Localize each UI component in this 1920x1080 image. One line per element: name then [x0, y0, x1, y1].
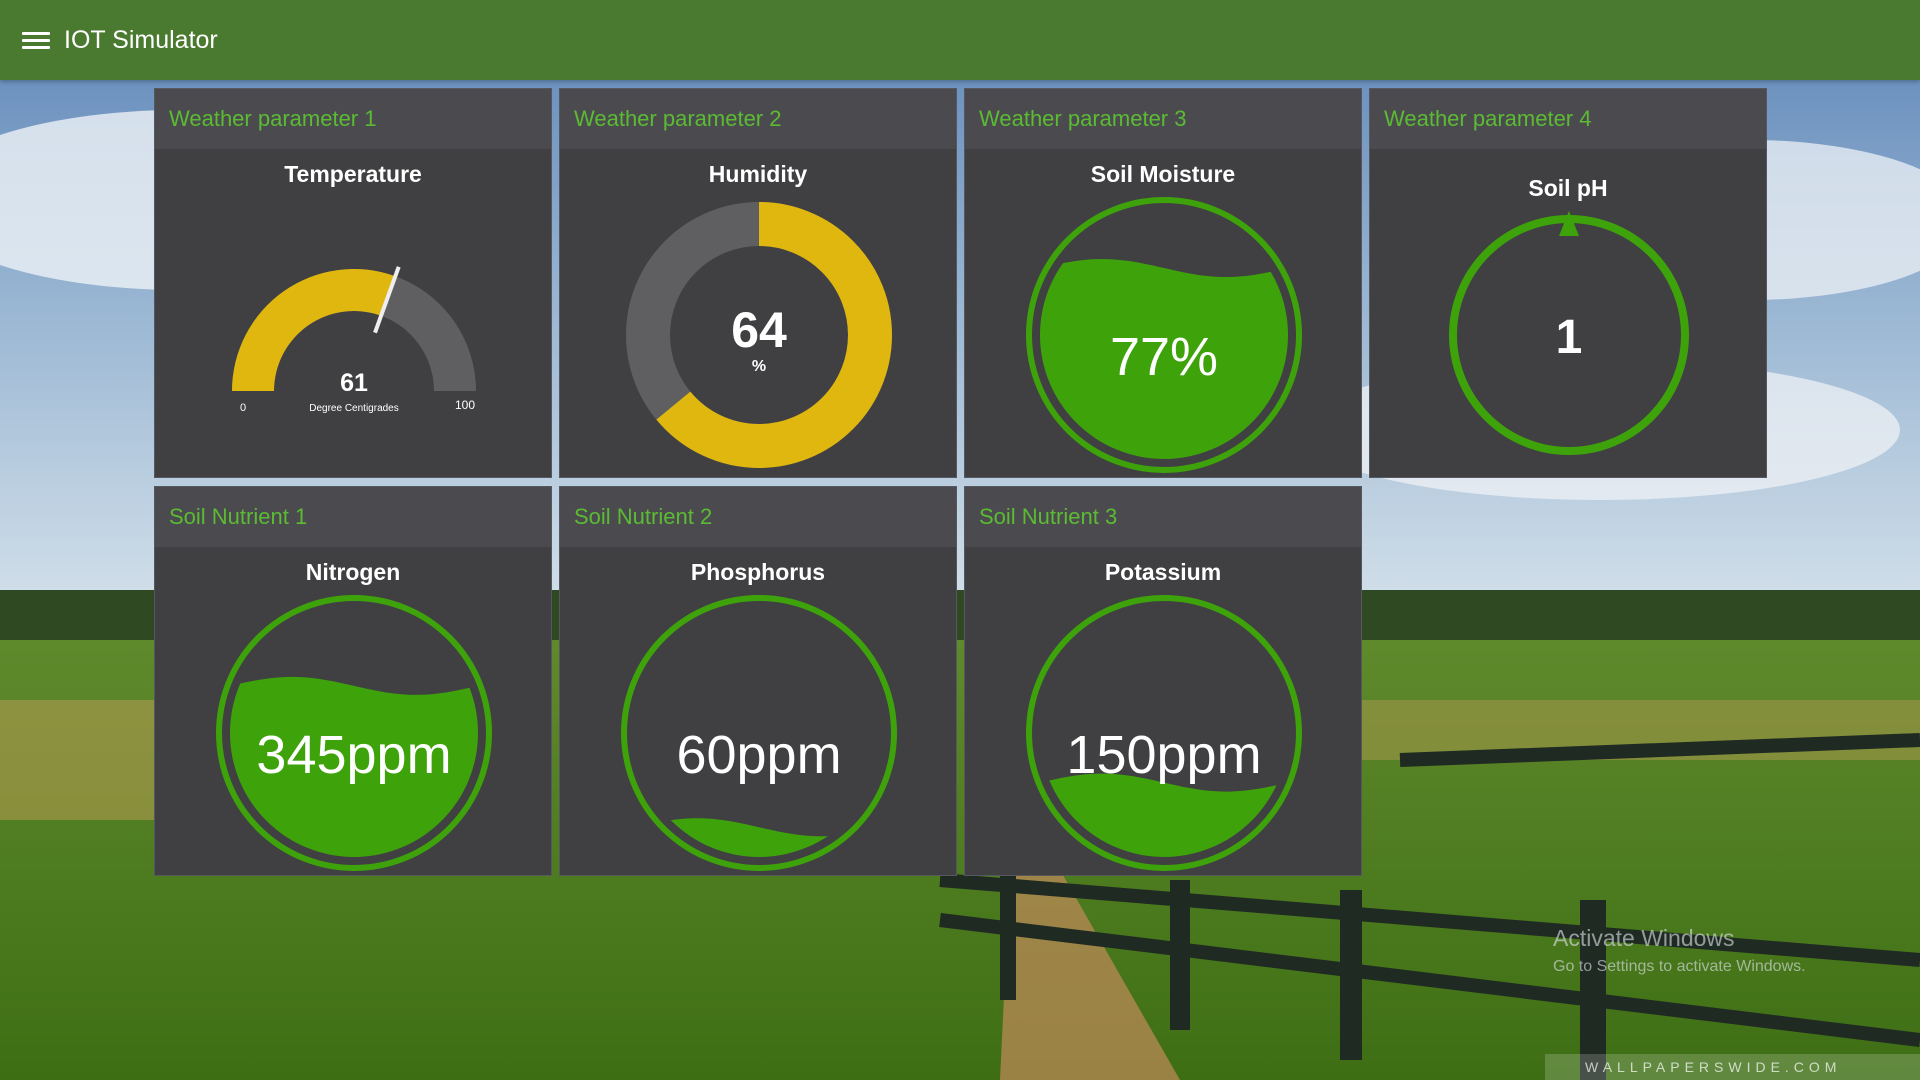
donut-unit: %	[752, 358, 766, 375]
ph-value: 1	[1556, 311, 1583, 364]
gauge-max-label: 100	[455, 398, 475, 412]
dashboard-grid: Weather parameter 1 Temperature 61 Degre…	[154, 88, 1770, 880]
widget-temperature: Weather parameter 1 Temperature 61 Degre…	[154, 88, 552, 478]
gauge-fill	[232, 269, 396, 391]
wallpaper-site-watermark: WALLPAPERSWIDE.COM	[1545, 1054, 1920, 1080]
widget-header: Soil Nutrient 2	[560, 487, 956, 547]
widget-humidity: Weather parameter 2 Humidity 64 %	[559, 88, 957, 478]
app-bar: IOT Simulator	[0, 0, 1920, 80]
widget-potassium: Soil Nutrient 3 Potassium 150ppm	[964, 486, 1362, 876]
activate-title: Activate Windows	[1553, 925, 1735, 951]
widget-soil-moisture: Weather parameter 3 Soil Moisture 77%	[964, 88, 1362, 478]
widget-nitrogen: Soil Nutrient 1 Nitrogen 345ppm	[154, 486, 552, 876]
liquid-value: 150ppm	[1066, 725, 1261, 785]
gauge-unit: Degree Centigrades	[309, 403, 399, 414]
activate-subtitle: Go to Settings to activate Windows.	[1553, 958, 1806, 975]
phosphorus-liquid-gauge: 60ppm	[621, 595, 897, 871]
widget-soil-ph: Weather parameter 4 Soil pH 1	[1369, 88, 1767, 478]
potassium-liquid-gauge: 150ppm	[1026, 595, 1302, 871]
widget-phosphorus: Soil Nutrient 2 Phosphorus 60ppm	[559, 486, 957, 876]
widget-header: Weather parameter 1	[155, 89, 551, 149]
nitrogen-liquid-gauge: 345ppm	[216, 595, 492, 871]
liquid-value: 345ppm	[256, 725, 451, 785]
humidity-donut: 64 %	[626, 202, 892, 468]
gauge-min-label: 0	[240, 402, 246, 414]
widget-header: Weather parameter 2	[560, 89, 956, 149]
temperature-gauge: 61 Degree Centigrades 0 100	[232, 266, 476, 414]
widget-header: Soil Nutrient 1	[155, 487, 551, 547]
hamburger-menu-icon[interactable]	[22, 29, 50, 51]
widget-header: Soil Nutrient 3	[965, 487, 1361, 547]
soil-ph-gauge: 1	[1449, 211, 1689, 455]
gauge-value: 61	[340, 369, 368, 397]
soil-moisture-liquid-gauge: 77%	[1026, 197, 1302, 473]
donut-value: 64	[731, 302, 787, 358]
app-title: IOT Simulator	[64, 25, 218, 54]
activate-windows-watermark: Activate Windows Go to Settings to activ…	[1553, 925, 1806, 976]
liquid-value: 60ppm	[676, 725, 841, 785]
ph-marker-icon	[1559, 211, 1579, 236]
widget-header: Weather parameter 4	[1370, 89, 1766, 149]
widget-header: Weather parameter 3	[965, 89, 1361, 149]
liquid-value: 77%	[1110, 327, 1218, 387]
